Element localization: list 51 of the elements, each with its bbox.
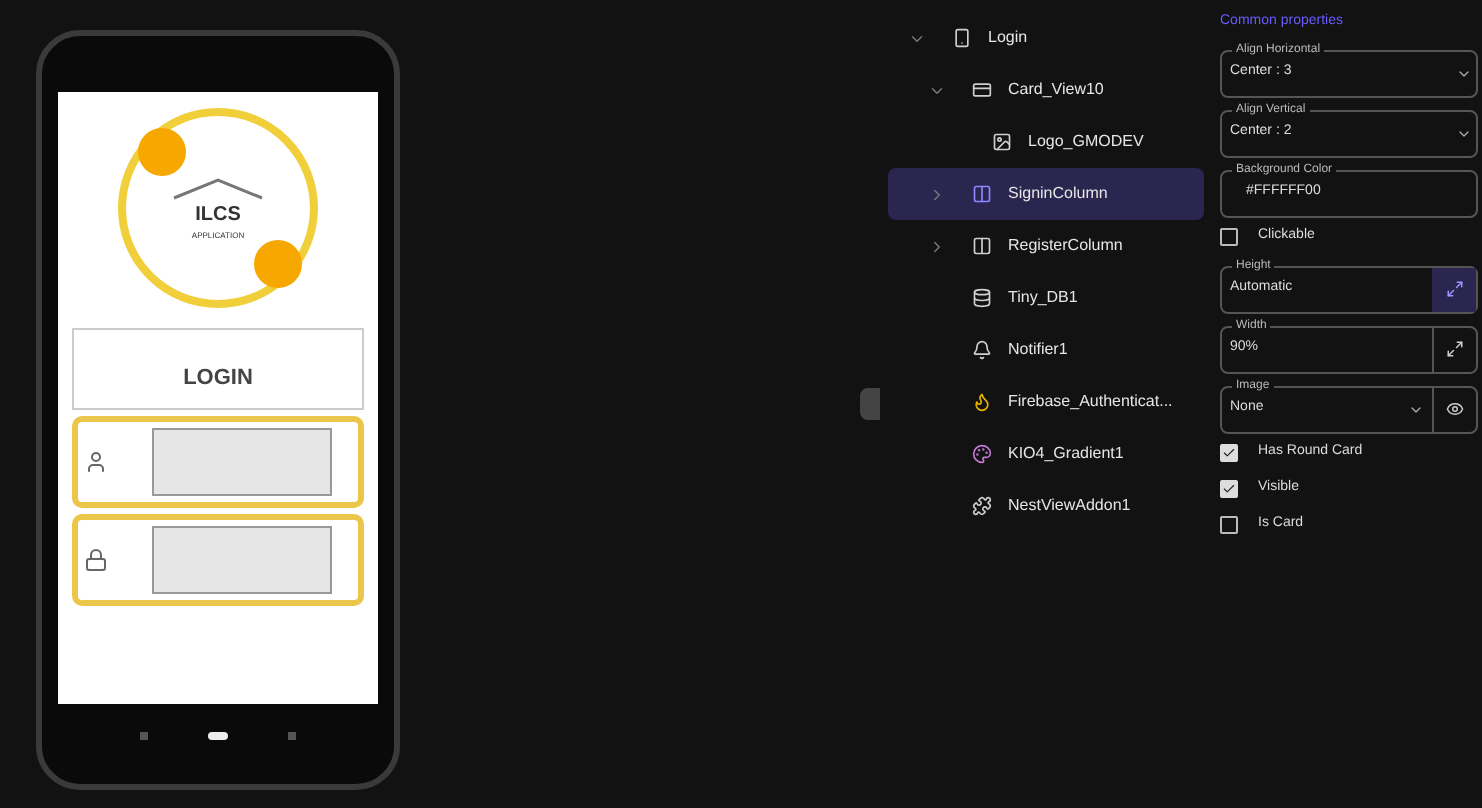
component-icon [972,392,992,412]
tree-label: Tiny_DB1 [1008,286,1078,310]
logo-title: ILCS [195,201,241,229]
tree-item[interactable]: Tiny_DB1 [888,272,1204,324]
component-icon [972,236,992,256]
component-icon [992,132,1012,152]
eye-icon [1446,400,1464,418]
logo-blob [138,128,186,176]
input-field[interactable] [152,427,332,495]
logo-blob [254,240,302,288]
login-heading: LOGIN [183,364,253,394]
component-icon [952,28,972,48]
panel-handle[interactable] [860,388,880,420]
tree-label: Card_View10 [1008,78,1104,102]
component-icon [972,496,992,516]
checkbox[interactable] [1220,479,1238,497]
tree-label: KIO4_Gradient1 [1008,442,1124,466]
component-icon [972,288,992,308]
checkbox[interactable] [1220,515,1238,533]
tree-item[interactable]: NestViewAddon1 [888,480,1204,532]
tree-item[interactable]: Notifier1 [888,324,1204,376]
expand-arrows-icon [1446,340,1464,358]
tree-label: NestViewAddon1 [1008,494,1131,518]
tree-item[interactable]: SigninColumn [888,168,1204,220]
component-icon [972,80,992,100]
tree-item[interactable]: Login [888,12,1204,64]
tree-item[interactable]: Firebase_Authenticat... [888,376,1204,428]
tree-item[interactable]: Logo_GMODEV [888,116,1204,168]
tree-label: RegisterColumn [1008,234,1123,258]
input-field[interactable] [152,525,332,593]
tree-label: Logo_GMODEV [1028,130,1144,154]
component-icon [972,184,992,204]
user-icon [84,449,108,473]
checkbox[interactable] [1220,227,1238,245]
expand-arrows-icon [1445,280,1463,298]
component-icon [972,444,992,464]
tree-label: Firebase_Authenticat... [1008,390,1173,414]
home-button[interactable] [208,732,228,740]
component-icon [972,340,992,360]
lock-icon [84,547,108,571]
input-row[interactable] [72,415,364,507]
input-row[interactable] [72,513,364,605]
checkbox[interactable] [1220,443,1238,461]
tree-label: Login [988,26,1028,50]
tree-label: SigninColumn [1008,182,1108,206]
tree-item[interactable]: Card_View10 [888,64,1204,116]
tree-item[interactable]: KIO4_Gradient1 [888,428,1204,480]
roof-icon [170,175,266,199]
fit-button[interactable] [1432,267,1476,311]
tree-item[interactable]: RegisterColumn [888,220,1204,272]
tree-label: Notifier1 [1008,338,1068,362]
